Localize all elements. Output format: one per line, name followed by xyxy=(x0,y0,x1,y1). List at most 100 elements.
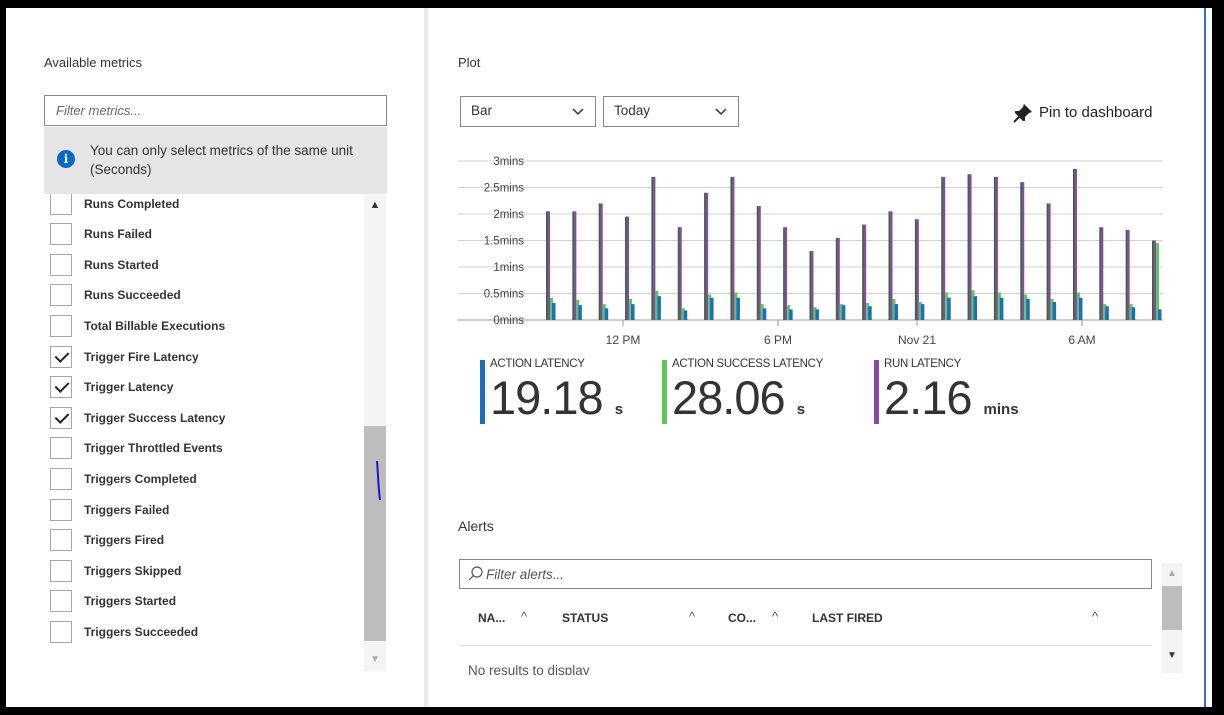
metric-checkbox[interactable] xyxy=(50,437,72,460)
x-tick-label: 12 PM xyxy=(606,333,641,347)
metric-item[interactable]: Triggers Started xyxy=(48,590,358,614)
metric-item[interactable]: Runs Failed xyxy=(48,223,358,247)
metric-label: Runs Started xyxy=(84,257,159,272)
bar-action-latency xyxy=(999,297,1004,320)
bar-run-latency-edge xyxy=(967,174,970,320)
info-icon: i xyxy=(57,150,75,168)
pin-label: Pin to dashboard xyxy=(1039,104,1153,121)
metric-checkbox[interactable] xyxy=(50,529,72,552)
metric-checkbox[interactable] xyxy=(50,590,72,613)
stat-label: ACTION SUCCESS LATENCY xyxy=(672,358,824,370)
metric-list: Runs CancelledRuns CompletedRuns FailedR… xyxy=(44,182,364,672)
scroll-down-arrow-icon[interactable]: ▼ xyxy=(364,654,386,666)
bar-action-latency xyxy=(552,303,556,320)
metric-item[interactable]: Trigger Success Latency xyxy=(48,406,358,431)
bar-run-latency-edge xyxy=(625,216,627,320)
metric-label: Triggers Succeeded xyxy=(84,625,199,639)
chart-type-value: Bar xyxy=(471,103,493,118)
bar-action-latency xyxy=(631,304,635,320)
sort-arrow-icon[interactable]: ^ xyxy=(521,609,527,624)
metric-item[interactable]: Runs Started xyxy=(48,253,358,278)
filter-metrics-input[interactable] xyxy=(44,95,387,126)
stat-number: 28.06 xyxy=(672,371,786,424)
bar-run-latency-edge xyxy=(546,211,548,320)
filter-alerts-field[interactable] xyxy=(459,559,1152,589)
y-tick-label: 2.5mins xyxy=(484,183,525,195)
scroll-up-arrow-icon[interactable]: ▲ xyxy=(364,199,386,211)
metric-checkbox[interactable] xyxy=(50,223,72,246)
bar-run-latency-edge xyxy=(677,227,680,320)
metric-item[interactable]: Runs Succeeded xyxy=(48,284,358,308)
alerts-title: Alerts xyxy=(458,518,494,534)
stat-color-bar xyxy=(662,360,667,424)
bar-run-latency-edge xyxy=(1046,203,1049,320)
metric-checkbox[interactable] xyxy=(50,345,72,368)
metric-checkbox[interactable] xyxy=(50,376,72,399)
bar-action-latency xyxy=(683,310,688,320)
bar-action-latency xyxy=(710,297,714,320)
x-tick-label: 6 AM xyxy=(1068,333,1095,347)
metric-checkbox[interactable] xyxy=(50,468,72,490)
bar-action-latency xyxy=(947,297,951,320)
stat-color-bar xyxy=(874,360,879,424)
bar-run-latency-edge xyxy=(572,211,574,320)
metric-label: Runs Completed xyxy=(84,196,180,211)
time-range-select[interactable]: Today xyxy=(603,96,739,127)
metric-label: Runs Failed xyxy=(84,227,153,242)
metric-label: Triggers Skipped xyxy=(84,563,182,578)
metric-checkbox[interactable] xyxy=(50,406,72,429)
stat-unit: mins xyxy=(983,401,1019,418)
scroll-down-arrow-icon[interactable]: ▼ xyxy=(1162,650,1182,662)
bar-run-latency-edge xyxy=(1020,182,1022,320)
stat-label: RUN LATENCY xyxy=(884,358,961,370)
metric-item[interactable]: Triggers Fired xyxy=(48,529,358,553)
bar-action-latency xyxy=(1026,298,1030,320)
metrics-scrollbar-thumb[interactable] xyxy=(364,426,386,641)
bar-action-latency xyxy=(920,304,925,320)
metric-checkbox[interactable] xyxy=(50,315,72,337)
metric-item[interactable]: Triggers Failed xyxy=(48,498,358,523)
column-header-last-fired[interactable]: LAST FIRED xyxy=(812,611,883,625)
column-header-name[interactable]: NA... xyxy=(478,611,505,625)
bar-run-latency-edge xyxy=(1152,240,1154,320)
metric-checkbox[interactable] xyxy=(50,621,72,643)
bar-action-latency xyxy=(1158,309,1162,320)
y-tick-label: 0mins xyxy=(493,315,524,327)
bar-action-latency xyxy=(1105,306,1109,320)
sort-arrow-icon[interactable]: ^ xyxy=(689,609,695,624)
metrics-bar-chart: 0mins 0.5mins 1mins 1.5mins 2mins 2.5mins 3min… xyxy=(458,156,1163,347)
metric-item[interactable]: Trigger Throttled Events xyxy=(48,437,358,461)
bar-run-latency-edge xyxy=(730,176,732,320)
bar-action-latency xyxy=(789,309,793,320)
sort-arrow-icon[interactable]: ^ xyxy=(1092,609,1098,624)
metric-item[interactable]: Trigger Fire Latency xyxy=(48,345,358,370)
bar-run-latency-edge xyxy=(756,206,759,320)
column-header-condition[interactable]: CO... xyxy=(728,611,756,625)
metric-checkbox[interactable] xyxy=(50,559,72,582)
metric-item[interactable]: Runs Completed xyxy=(48,192,358,217)
metric-item[interactable]: Total Billable Executions xyxy=(48,315,358,339)
metric-checkbox[interactable] xyxy=(50,284,72,307)
metric-checkbox[interactable] xyxy=(50,253,72,276)
metric-item[interactable]: Triggers Completed xyxy=(48,468,358,492)
metric-item[interactable]: Triggers Succeeded xyxy=(48,621,358,645)
available-metrics-title: Available metrics xyxy=(44,55,143,70)
y-tick-label: 0.5mins xyxy=(484,289,525,301)
sort-arrow-icon[interactable]: ^ xyxy=(772,609,778,624)
y-tick-label: 1mins xyxy=(493,262,524,274)
filter-alerts-input[interactable] xyxy=(486,564,1086,584)
scroll-up-arrow-icon[interactable]: ▲ xyxy=(1162,568,1182,580)
bar-run-latency-edge xyxy=(1072,168,1075,320)
metric-label: Trigger Fire Latency xyxy=(84,349,199,364)
metric-label: Triggers Started xyxy=(84,594,177,609)
column-header-status[interactable]: STATUS xyxy=(562,611,608,625)
metric-item[interactable]: Trigger Latency xyxy=(48,376,358,400)
chart-type-select[interactable]: Bar xyxy=(460,96,596,127)
alerts-scrollbar-thumb[interactable] xyxy=(1162,586,1182,630)
metric-checkbox[interactable] xyxy=(50,192,72,215)
metric-checkbox[interactable] xyxy=(50,498,72,521)
bar-action-latency xyxy=(762,308,767,320)
bar-run-latency-edge xyxy=(704,192,706,320)
bar-action-latency xyxy=(578,305,582,320)
metric-item[interactable]: Triggers Skipped xyxy=(48,559,358,584)
